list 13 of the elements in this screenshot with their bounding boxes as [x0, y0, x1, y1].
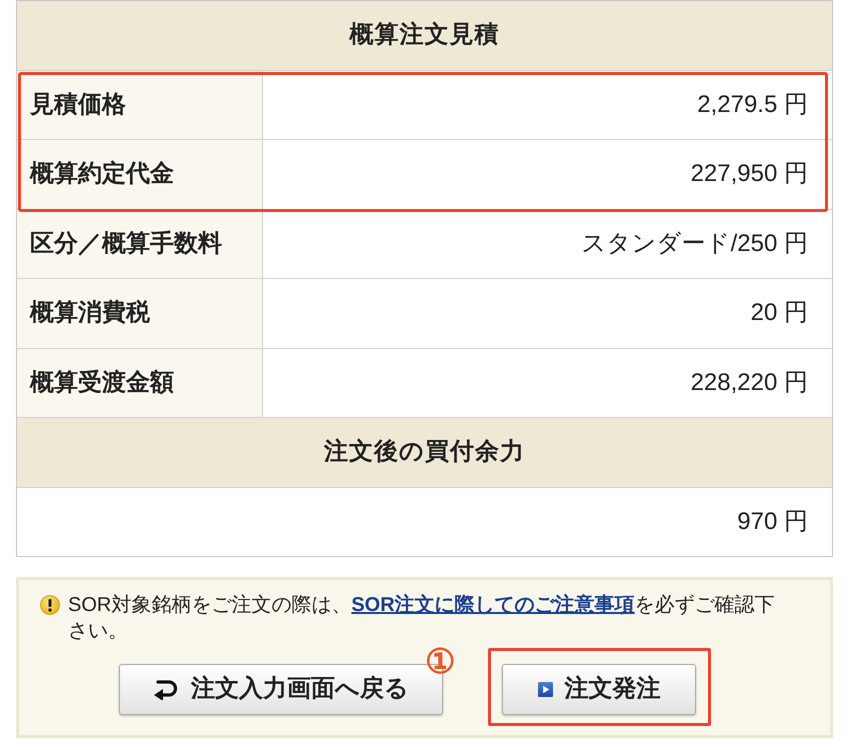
row-label: 概算消費税: [17, 279, 263, 348]
row-label: 区分／概算手数料: [17, 210, 263, 278]
warning-icon: [40, 594, 60, 614]
place-order-button[interactable]: 注文発注: [502, 664, 696, 714]
return-arrow-icon: [153, 678, 179, 700]
section-header: 概算注文見積: [17, 1, 832, 70]
section-header: 注文後の買付余力: [17, 418, 832, 488]
row-label: 概算約定代金: [17, 140, 263, 208]
row-label: 概算受渡金額: [17, 348, 263, 417]
row-label: 見積価格: [17, 70, 263, 139]
notice-text: SOR対象銘柄をご注文の際は、SOR注文に際してのご注意事項を必ずご確認下さい。: [68, 592, 776, 644]
notice-link[interactable]: SOR注文に際してのご注意事項: [351, 594, 635, 616]
play-square-icon: [538, 682, 552, 696]
